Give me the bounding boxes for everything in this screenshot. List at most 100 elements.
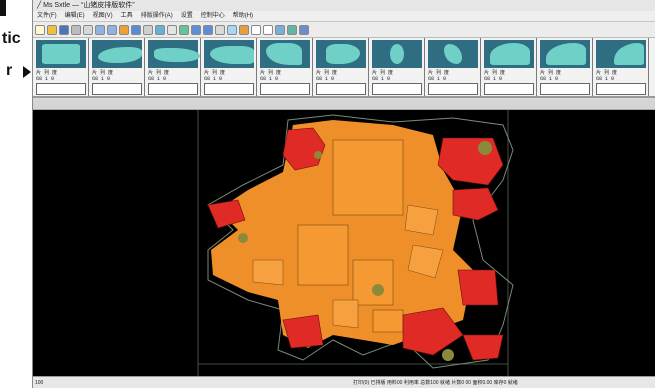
piece-thumbnail <box>92 40 142 68</box>
piece-thumbnail <box>596 40 646 68</box>
piece-cell[interactable]: 片 列 度 68 1 0 <box>369 38 425 96</box>
zoom-out-icon[interactable] <box>107 24 117 35</box>
piece-info-value: 68 1 0 <box>540 76 559 82</box>
piece-shape <box>546 43 586 65</box>
red-piece <box>462 334 504 361</box>
text-icon[interactable] <box>251 24 261 35</box>
olive-piece <box>314 151 322 159</box>
piece-thumbnail <box>540 40 590 68</box>
fit-icon[interactable] <box>239 24 249 35</box>
piece-count-box[interactable] <box>92 83 142 95</box>
piece-shape <box>98 47 142 63</box>
piece-thumbnail <box>484 40 534 68</box>
red-piece <box>282 314 324 349</box>
piece-info: 片 列 度 68 1 0 <box>36 70 57 82</box>
menu-view[interactable]: 视图(V) <box>93 11 113 21</box>
move-icon[interactable] <box>167 24 177 35</box>
piece-info: 片 列 度 68 1 0 <box>428 70 449 82</box>
piece-info: 片 列 度 68 1 0 <box>484 70 505 82</box>
status-bar: 100 打印(0) 已排版 用料00 利用率 总数100 就绪 片数0 00 面… <box>33 376 655 388</box>
title-bar: ╱ Ms Sxtle — “山猪皮排版软件” <box>33 0 655 11</box>
piece-count-box[interactable] <box>596 83 646 95</box>
piece-info-value: 68 1 0 <box>484 76 503 82</box>
nesting-canvas[interactable] <box>33 110 655 376</box>
piece-info: 片 列 度 68 1 0 <box>148 70 169 82</box>
orange-fragment <box>404 204 439 236</box>
nest-icon[interactable] <box>179 24 189 35</box>
status-left: 100 <box>35 380 44 386</box>
select-icon[interactable] <box>119 24 129 35</box>
piece-count-box[interactable] <box>372 83 422 95</box>
menu-nesting[interactable]: 排版操作(A) <box>141 11 173 21</box>
menu-help[interactable]: 帮助(H) <box>233 11 253 21</box>
piece-cell[interactable]: 片 列 度 68 1 0 <box>201 38 257 96</box>
piece-cell[interactable]: 片 列 度 68 1 0 <box>313 38 369 96</box>
new-icon[interactable] <box>35 24 45 35</box>
cropped-side-labels: tic r <box>0 0 32 120</box>
flip-icon[interactable] <box>215 24 225 35</box>
measure-icon[interactable] <box>227 24 237 35</box>
piece-count-box[interactable] <box>428 83 478 95</box>
print-icon[interactable] <box>71 24 81 35</box>
piece-count-box[interactable] <box>484 83 534 95</box>
piece-cell[interactable]: 片 列 度 68 1 0 <box>425 38 481 96</box>
zoom-in-icon[interactable] <box>95 24 105 35</box>
piece-count-box[interactable] <box>204 83 254 95</box>
export-icon[interactable] <box>299 24 309 35</box>
piece-info-value: 68 1 0 <box>260 76 279 82</box>
pattern-icon[interactable] <box>275 24 285 35</box>
menu-control-center[interactable]: 控制中心 <box>201 11 225 21</box>
open-icon[interactable] <box>47 24 57 35</box>
piece-cell[interactable]: 片 列 度 68 1 0 <box>145 38 201 96</box>
piece-cell[interactable]: 片 列 度 68 1 0 <box>89 38 145 96</box>
menu-settings[interactable]: 设置 <box>181 11 193 21</box>
pane-splitter[interactable] <box>33 100 655 110</box>
piece-count-box[interactable] <box>260 83 310 95</box>
olive-piece <box>478 141 492 155</box>
piece-thumbnail <box>148 40 200 68</box>
piece-count-box[interactable] <box>316 83 366 95</box>
menu-edit[interactable]: 编辑(E) <box>65 11 85 21</box>
piece-shape <box>326 44 360 64</box>
leather-icon[interactable] <box>287 24 297 35</box>
copy-icon[interactable] <box>83 24 93 35</box>
piece-count-box[interactable] <box>148 83 198 95</box>
olive-piece <box>372 284 384 296</box>
piece-thumbnail <box>428 40 478 68</box>
piece-info: 片 列 度 68 1 0 <box>540 70 561 82</box>
piece-count-box[interactable] <box>540 83 590 95</box>
piece-cell[interactable]: 片 列 度 68 1 0 <box>481 38 537 96</box>
toolbar <box>33 22 655 38</box>
orange-block <box>352 259 394 306</box>
piece-info-value: 68 1 0 <box>148 76 167 82</box>
piece-cell[interactable]: 片 列 度 68 1 0 <box>593 38 649 96</box>
redo-icon[interactable] <box>203 24 213 35</box>
side-bar-mark <box>0 0 6 16</box>
menu-file[interactable]: 文件(F) <box>37 11 57 21</box>
grid-icon[interactable] <box>131 24 141 35</box>
olive-piece <box>238 233 248 243</box>
pattern-piece-strip: 片 列 度 68 1 0 片 列 度 68 1 0 片 列 度 68 1 0 片 列 … <box>33 38 655 98</box>
piece-shape <box>42 44 80 64</box>
piece-info-value: 68 1 0 <box>596 76 615 82</box>
piece-cell[interactable]: 片 列 度 68 1 0 <box>33 38 89 96</box>
piece-cell[interactable]: 片 列 度 68 1 0 <box>257 38 313 96</box>
side-label-2: r <box>6 62 13 79</box>
piece-thumbnail <box>372 40 422 68</box>
orange-block <box>332 139 404 216</box>
piece-info: 片 列 度 68 1 0 <box>92 70 113 82</box>
piece-info: 片 列 度 68 1 0 <box>316 70 337 82</box>
piece-info-value: 68 1 0 <box>428 76 447 82</box>
piece-count-box[interactable] <box>36 83 86 95</box>
orange-fragment <box>332 299 359 329</box>
layer-icon[interactable] <box>143 24 153 35</box>
piece-info: 片 列 度 68 1 0 <box>204 70 225 82</box>
save-icon[interactable] <box>59 24 69 35</box>
piece-thumbnail <box>260 40 310 68</box>
piece-info-value: 68 1 0 <box>316 76 335 82</box>
piece-cell[interactable]: 片 列 度 68 1 0 <box>537 38 593 96</box>
rotate-icon[interactable] <box>155 24 165 35</box>
hash-icon[interactable] <box>263 24 273 35</box>
undo-icon[interactable] <box>191 24 201 35</box>
menu-tools[interactable]: 工具 <box>121 11 133 21</box>
